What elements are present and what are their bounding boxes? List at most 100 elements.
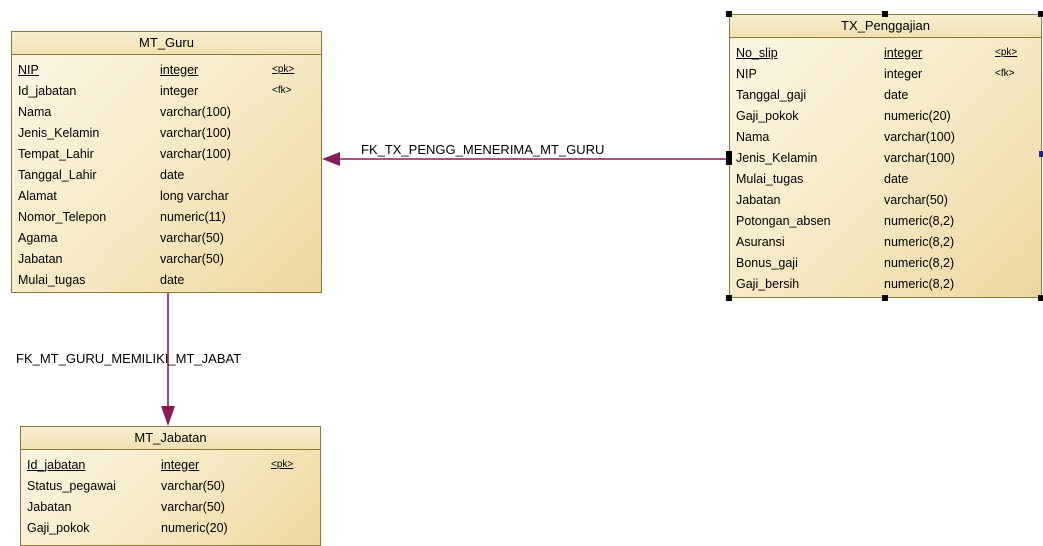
attribute-type: numeric(11): [160, 209, 226, 224]
attribute-key: <pk>: [995, 47, 1018, 58]
attribute-row[interactable]: Jabatan varchar(50): [736, 189, 1035, 210]
rel1-arrowhead: [322, 152, 340, 166]
attribute-type: integer: [161, 457, 200, 472]
attribute-row[interactable]: NIP integer <pk>: [18, 59, 315, 80]
attribute-type: varchar(100): [160, 125, 231, 140]
attribute-name: Mulai_tugas: [736, 171, 804, 186]
selection-handle-bottom-left[interactable]: [726, 295, 732, 301]
attribute-type: varchar(50): [160, 230, 224, 245]
attribute-type: date: [884, 87, 909, 102]
selection-handle-right-middle[interactable]: [1039, 151, 1043, 157]
attribute-row[interactable]: Jabatan varchar(50): [18, 248, 315, 269]
attribute-row[interactable]: Tanggal_gaji date: [736, 84, 1035, 105]
attribute-name: Gaji_bersih: [736, 276, 800, 291]
attribute-type: integer: [160, 83, 199, 98]
attribute-type: date: [160, 272, 185, 287]
attribute-name: No_slip: [736, 45, 778, 60]
attribute-name: Asuransi: [736, 234, 785, 249]
attribute-row[interactable]: Jabatan varchar(50): [27, 496, 314, 517]
attribute-name: Jabatan: [736, 192, 781, 207]
attribute-type: numeric(20): [161, 520, 228, 535]
attribute-name: Bonus_gaji: [736, 255, 798, 270]
attribute-row[interactable]: Tempat_Lahir varchar(100): [18, 143, 315, 164]
selection-handle-left-middle[interactable]: [726, 151, 732, 165]
attribute-name: Alamat: [18, 188, 57, 203]
attribute-row[interactable]: Asuransi numeric(8,2): [736, 231, 1035, 252]
attribute-key: <pk>: [272, 64, 295, 75]
attribute-row[interactable]: Potongan_absen numeric(8,2): [736, 210, 1035, 231]
attribute-row[interactable]: No_slip integer <pk>: [736, 42, 1035, 63]
attribute-type: date: [884, 171, 909, 186]
attribute-type: varchar(100): [160, 104, 231, 119]
attribute-name: Status_pegawai: [27, 478, 116, 493]
entity-mt-jabatan[interactable]: MT_Jabatan Id_jabatan integer <pk> Status_p…: [20, 426, 321, 546]
attribute-list: No_slip integer <pk> NIP integer <fk> Tanggal_…: [730, 38, 1041, 294]
attribute-type: numeric(8,2): [884, 234, 955, 249]
selection-handle-bottom-right[interactable]: [1038, 295, 1043, 301]
attribute-name: Tempat_Lahir: [18, 146, 94, 161]
attribute-row[interactable]: Jenis_Kelamin varchar(100): [18, 122, 315, 143]
attribute-row[interactable]: Nama varchar(100): [736, 126, 1035, 147]
attribute-name: Mulai_tugas: [18, 272, 86, 287]
attribute-list: Id_jabatan integer <pk> Status_pegawai varch…: [21, 450, 320, 538]
attribute-row[interactable]: Gaji_bersih numeric(8,2): [736, 273, 1035, 294]
attribute-name: Jabatan: [27, 499, 72, 514]
attribute-name: Jabatan: [18, 251, 63, 266]
selection-handle-top-center[interactable]: [882, 11, 888, 17]
attribute-name: Agama: [18, 230, 58, 245]
selection-handle-top-left[interactable]: [726, 11, 732, 17]
entity-mt-guru[interactable]: MT_Guru NIP integer <pk> Id_jabatan integer <…: [11, 31, 322, 293]
entity-title: MT_Guru: [12, 32, 321, 55]
attribute-type: numeric(8,2): [884, 255, 955, 270]
attribute-name: Gaji_pokok: [27, 520, 90, 535]
attribute-name: Potongan_absen: [736, 213, 831, 228]
attribute-name: Nomor_Telepon: [18, 209, 107, 224]
attribute-type: varchar(50): [161, 499, 225, 514]
selection-handle-top-right[interactable]: [1038, 11, 1043, 17]
entity-tx-penggajian[interactable]: TX_Penggajian No_slip integer <pk> NIP integ…: [729, 14, 1042, 298]
attribute-list: NIP integer <pk> Id_jabatan integer <fk> Nama v…: [12, 55, 321, 290]
attribute-row[interactable]: Mulai_tugas date: [736, 168, 1035, 189]
attribute-type: numeric(20): [884, 108, 951, 123]
rel2-label[interactable]: FK_MT_GURU_MEMILIKI_MT_JABAT: [16, 351, 241, 366]
attribute-type: integer: [884, 45, 923, 60]
attribute-row[interactable]: Jenis_Kelamin varchar(100): [736, 147, 1035, 168]
attribute-row[interactable]: Gaji_pokok numeric(20): [736, 105, 1035, 126]
attribute-name: Id_jabatan: [27, 457, 86, 472]
attribute-row[interactable]: Id_jabatan integer <pk>: [27, 454, 314, 475]
attribute-row[interactable]: Status_pegawai varchar(50): [27, 475, 314, 496]
attribute-type: date: [160, 167, 185, 182]
attribute-row[interactable]: Agama varchar(50): [18, 227, 315, 248]
attribute-name: Tanggal_Lahir: [18, 167, 97, 182]
attribute-row[interactable]: Bonus_gaji numeric(8,2): [736, 252, 1035, 273]
entity-title: MT_Jabatan: [21, 427, 320, 450]
attribute-row[interactable]: Tanggal_Lahir date: [18, 164, 315, 185]
attribute-row[interactable]: Gaji_pokok numeric(20): [27, 517, 314, 538]
attribute-type: numeric(8,2): [884, 276, 955, 291]
attribute-row[interactable]: Nama varchar(100): [18, 101, 315, 122]
attribute-row[interactable]: Id_jabatan integer <fk>: [18, 80, 315, 101]
attribute-row[interactable]: NIP integer <fk>: [736, 63, 1035, 84]
attribute-name: NIP: [736, 66, 757, 81]
attribute-row[interactable]: Mulai_tugas date: [18, 269, 315, 290]
attribute-type: varchar(50): [161, 478, 225, 493]
attribute-name: Nama: [18, 104, 52, 119]
attribute-type: varchar(100): [160, 146, 231, 161]
rel1-label[interactable]: FK_TX_PENGG_MENERIMA_MT_GURU: [361, 142, 604, 157]
attribute-name: Gaji_pokok: [736, 108, 799, 123]
attribute-type: varchar(50): [160, 251, 224, 266]
attribute-type: long varchar: [160, 188, 229, 203]
attribute-row[interactable]: Nomor_Telepon numeric(11): [18, 206, 315, 227]
attribute-key: <fk>: [272, 85, 292, 96]
selection-handle-bottom-center[interactable]: [882, 295, 888, 301]
attribute-name: Jenis_Kelamin: [18, 125, 100, 140]
attribute-row[interactable]: Alamat long varchar: [18, 185, 315, 206]
attribute-name: Nama: [736, 129, 770, 144]
rel2-arrowhead: [161, 406, 175, 426]
entity-title: TX_Penggajian: [730, 15, 1041, 38]
attribute-name: NIP: [18, 62, 39, 77]
attribute-name: Tanggal_gaji: [736, 87, 807, 102]
attribute-key: <fk>: [995, 68, 1015, 79]
attribute-type: numeric(8,2): [884, 213, 955, 228]
attribute-type: varchar(100): [884, 150, 955, 165]
